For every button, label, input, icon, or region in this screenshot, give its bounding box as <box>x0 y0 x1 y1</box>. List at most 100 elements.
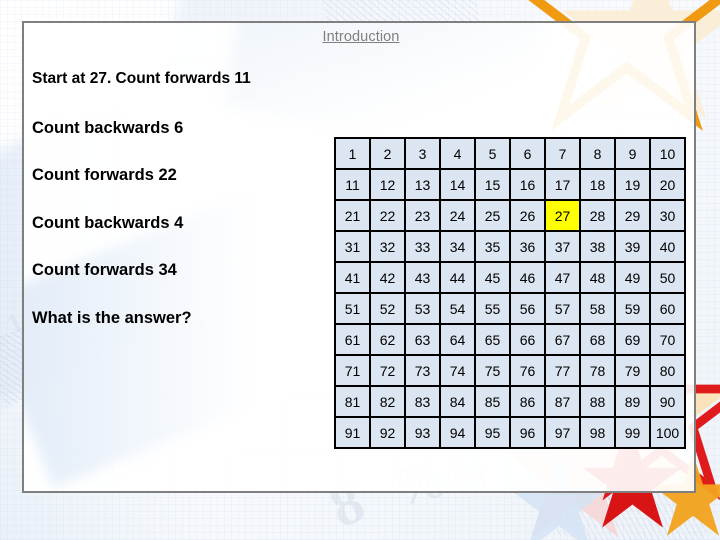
number-cell[interactable]: 56 <box>511 294 546 325</box>
number-cell[interactable]: 26 <box>511 201 546 232</box>
number-cell[interactable]: 97 <box>546 418 581 447</box>
number-cell[interactable]: 39 <box>616 232 651 263</box>
number-cell[interactable]: 99 <box>616 418 651 447</box>
number-cell[interactable]: 83 <box>406 387 441 418</box>
number-cell[interactable]: 94 <box>441 418 476 447</box>
number-cell[interactable]: 10 <box>651 139 684 170</box>
number-cell[interactable]: 47 <box>546 263 581 294</box>
number-cell[interactable]: 41 <box>336 263 371 294</box>
number-cell[interactable]: 67 <box>546 325 581 356</box>
number-cell[interactable]: 63 <box>406 325 441 356</box>
number-cell[interactable]: 28 <box>581 201 616 232</box>
number-cell[interactable]: 15 <box>476 170 511 201</box>
number-cell[interactable]: 70 <box>651 325 684 356</box>
number-cell[interactable]: 6 <box>511 139 546 170</box>
number-cell[interactable]: 48 <box>581 263 616 294</box>
number-cell[interactable]: 69 <box>616 325 651 356</box>
number-cell[interactable]: 30 <box>651 201 684 232</box>
number-cell[interactable]: 75 <box>476 356 511 387</box>
number-cell[interactable]: 54 <box>441 294 476 325</box>
number-cell[interactable]: 93 <box>406 418 441 447</box>
number-cell[interactable]: 60 <box>651 294 684 325</box>
number-cell[interactable]: 87 <box>546 387 581 418</box>
number-cell[interactable]: 4 <box>441 139 476 170</box>
number-cell[interactable]: 91 <box>336 418 371 447</box>
number-cell-highlighted[interactable]: 27 <box>546 201 581 232</box>
number-cell[interactable]: 64 <box>441 325 476 356</box>
number-cell[interactable]: 19 <box>616 170 651 201</box>
number-cell[interactable]: 74 <box>441 356 476 387</box>
number-cell[interactable]: 14 <box>441 170 476 201</box>
number-cell[interactable]: 7 <box>546 139 581 170</box>
number-cell[interactable]: 40 <box>651 232 684 263</box>
number-cell[interactable]: 50 <box>651 263 684 294</box>
number-cell[interactable]: 68 <box>581 325 616 356</box>
number-cell[interactable]: 18 <box>581 170 616 201</box>
number-cell[interactable]: 81 <box>336 387 371 418</box>
number-cell[interactable]: 76 <box>511 356 546 387</box>
number-cell[interactable]: 92 <box>371 418 406 447</box>
number-cell[interactable]: 84 <box>441 387 476 418</box>
number-cell[interactable]: 38 <box>581 232 616 263</box>
number-cell[interactable]: 31 <box>336 232 371 263</box>
number-cell[interactable]: 51 <box>336 294 371 325</box>
number-cell[interactable]: 52 <box>371 294 406 325</box>
number-cell[interactable]: 77 <box>546 356 581 387</box>
number-cell[interactable]: 36 <box>511 232 546 263</box>
number-cell[interactable]: 22 <box>371 201 406 232</box>
number-cell[interactable]: 57 <box>546 294 581 325</box>
number-cell[interactable]: 43 <box>406 263 441 294</box>
number-cell[interactable]: 29 <box>616 201 651 232</box>
number-cell[interactable]: 34 <box>441 232 476 263</box>
number-cell[interactable]: 13 <box>406 170 441 201</box>
number-cell[interactable]: 80 <box>651 356 684 387</box>
number-cell[interactable]: 96 <box>511 418 546 447</box>
number-cell[interactable]: 58 <box>581 294 616 325</box>
number-cell[interactable]: 66 <box>511 325 546 356</box>
number-cell[interactable]: 71 <box>336 356 371 387</box>
number-cell[interactable]: 88 <box>581 387 616 418</box>
number-cell[interactable]: 72 <box>371 356 406 387</box>
number-cell[interactable]: 35 <box>476 232 511 263</box>
number-cell[interactable]: 95 <box>476 418 511 447</box>
number-cell[interactable]: 17 <box>546 170 581 201</box>
number-cell[interactable]: 61 <box>336 325 371 356</box>
number-cell[interactable]: 89 <box>616 387 651 418</box>
number-cell[interactable]: 46 <box>511 263 546 294</box>
number-cell[interactable]: 37 <box>546 232 581 263</box>
number-cell[interactable]: 25 <box>476 201 511 232</box>
number-cell[interactable]: 2 <box>371 139 406 170</box>
number-cell[interactable]: 32 <box>371 232 406 263</box>
number-cell[interactable]: 11 <box>336 170 371 201</box>
number-cell[interactable]: 65 <box>476 325 511 356</box>
number-cell[interactable]: 23 <box>406 201 441 232</box>
number-cell[interactable]: 98 <box>581 418 616 447</box>
number-cell[interactable]: 55 <box>476 294 511 325</box>
number-cell[interactable]: 5 <box>476 139 511 170</box>
number-cell[interactable]: 73 <box>406 356 441 387</box>
number-cell[interactable]: 3 <box>406 139 441 170</box>
number-cell[interactable]: 85 <box>476 387 511 418</box>
number-cell[interactable]: 12 <box>371 170 406 201</box>
number-cell[interactable]: 79 <box>616 356 651 387</box>
number-cell[interactable]: 1 <box>336 139 371 170</box>
number-cell[interactable]: 45 <box>476 263 511 294</box>
number-cell[interactable]: 49 <box>616 263 651 294</box>
number-cell[interactable]: 21 <box>336 201 371 232</box>
number-cell[interactable]: 20 <box>651 170 684 201</box>
number-cell[interactable]: 42 <box>371 263 406 294</box>
number-cell[interactable]: 86 <box>511 387 546 418</box>
number-cell[interactable]: 16 <box>511 170 546 201</box>
number-cell[interactable]: 100 <box>651 418 684 447</box>
number-cell[interactable]: 44 <box>441 263 476 294</box>
number-cell[interactable]: 82 <box>371 387 406 418</box>
number-cell[interactable]: 78 <box>581 356 616 387</box>
number-cell[interactable]: 62 <box>371 325 406 356</box>
number-cell[interactable]: 9 <box>616 139 651 170</box>
number-cell[interactable]: 53 <box>406 294 441 325</box>
number-cell[interactable]: 90 <box>651 387 684 418</box>
number-cell[interactable]: 33 <box>406 232 441 263</box>
number-cell[interactable]: 8 <box>581 139 616 170</box>
number-cell[interactable]: 24 <box>441 201 476 232</box>
number-cell[interactable]: 59 <box>616 294 651 325</box>
